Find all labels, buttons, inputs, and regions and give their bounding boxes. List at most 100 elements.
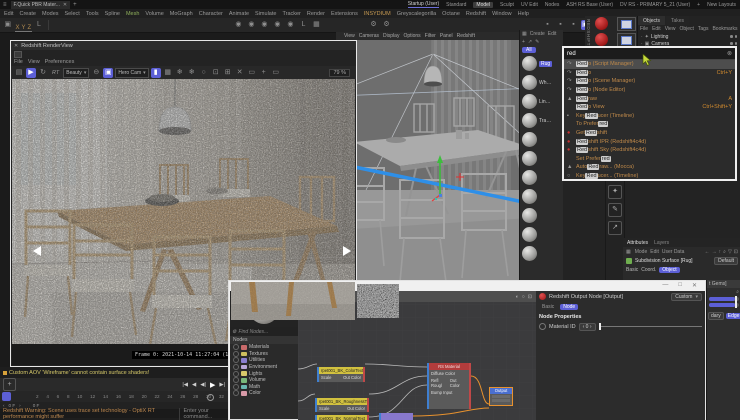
material-sphere[interactable] [522, 94, 537, 109]
layout-tab-nodes[interactable]: Nodes [545, 2, 559, 8]
close-icon[interactable]: ✕ [63, 2, 67, 8]
search-icon[interactable]: ⌕ [723, 249, 726, 255]
snapshot-slot-icon[interactable] [14, 50, 22, 58]
menu-redshift[interactable]: Redshift [466, 11, 486, 17]
pick-focus-icon[interactable]: ⊡ [211, 68, 221, 78]
goto-start-icon[interactable]: |◀ [182, 382, 188, 388]
grid-overlay-icon[interactable]: ▦ [163, 68, 173, 78]
viewport-menu-options[interactable]: Options [403, 33, 420, 39]
camera-lock-icon[interactable]: ▣ [103, 67, 114, 78]
expand-circle-icon[interactable] [233, 350, 239, 357]
menu-insydium[interactable]: INSYDIUM [364, 11, 391, 17]
material-sphere[interactable] [522, 189, 537, 204]
expand-circle-icon[interactable] [233, 390, 239, 397]
carpet-texture-thumbnail[interactable] [231, 282, 355, 320]
viewport-menu-view[interactable]: View [344, 33, 355, 39]
objects-menu-view[interactable]: View [665, 26, 676, 32]
node-category-volume[interactable]: Volume [230, 377, 298, 384]
square-icon[interactable]: ▪ [555, 20, 565, 30]
commander-result[interactable]: ● Get Red shift [564, 129, 735, 138]
grid-icon[interactable]: ▦ [311, 20, 321, 30]
menu-mesh[interactable]: Mesh [126, 11, 139, 17]
material-item[interactable] [520, 244, 563, 263]
output-tab-node[interactable]: Node [560, 304, 579, 310]
snapshot-a-icon[interactable]: ❄ [175, 68, 185, 78]
gems-slider-2[interactable] [709, 302, 739, 308]
materials-grid-icon[interactable]: ▦ [522, 31, 527, 37]
back-icon[interactable]: ← [705, 249, 710, 255]
menu-select[interactable]: Select [65, 11, 80, 17]
expand-circle-icon[interactable] [233, 357, 239, 364]
materials-menu-edit[interactable]: Edit [548, 31, 557, 37]
viewport-menu-redshift[interactable]: Redshift [457, 33, 475, 39]
gear-icon[interactable]: ⚙ [232, 329, 236, 335]
material-id-stepper[interactable]: ‹ 0 › [578, 322, 596, 331]
layout-tab-[interactable]: + [697, 2, 700, 8]
vis-dot[interactable] [730, 42, 733, 45]
preset-dropdown[interactable]: Default [714, 256, 738, 265]
commander-result[interactable]: Red o View Ctrl+Shift+Y [564, 103, 735, 112]
menu-tracker[interactable]: Tracker [282, 11, 300, 17]
node-category-utilities[interactable]: Utilities [230, 357, 298, 364]
expand-circle-icon[interactable] [233, 377, 239, 384]
visibility-toggles[interactable] [730, 42, 737, 45]
menu-octane[interactable]: Octane [442, 11, 460, 17]
restart-render-icon[interactable]: ↻ [38, 68, 48, 78]
vis-dot[interactable] [730, 35, 733, 38]
material-item[interactable] [520, 187, 563, 206]
rt-label[interactable]: RT [52, 70, 59, 76]
commander-result[interactable]: ↷ Red o Ctrl+Y [564, 69, 735, 78]
renderview-close-icon[interactable]: ✕ [14, 43, 18, 49]
l-square-icon[interactable]: L [298, 20, 308, 30]
output-node[interactable]: Output [489, 387, 513, 406]
redshift-settings-icon[interactable] [617, 33, 636, 47]
attributes-tab-layers[interactable]: Layers [654, 240, 669, 246]
commander-result[interactable]: ○ Key Red ucer... (Timeline) [564, 172, 735, 179]
commander-result[interactable]: ▪ Key Red ucer (Timeline) [564, 112, 735, 121]
light-icon[interactable]: ✦ [608, 185, 622, 199]
sphere-icon[interactable]: ◉ [285, 20, 295, 30]
attributes-tab-attributes[interactable]: Attributes [627, 240, 648, 246]
lock-resolution-icon[interactable]: ▮ [150, 67, 161, 78]
prev-frame-icon[interactable]: ◀| [200, 382, 206, 388]
attr-subtab-coord[interactable]: Coord. [641, 267, 656, 273]
commander-result[interactable]: ▲ Auto Red raw... (Mocca) [564, 163, 735, 172]
new-tab-icon[interactable]: + [73, 2, 77, 8]
objects-menu-object[interactable]: Object [679, 26, 693, 32]
redshift-ipr-icon[interactable] [617, 17, 636, 31]
node-category-textures[interactable]: Textures [230, 350, 298, 358]
region-circle-icon[interactable]: ○ [199, 68, 209, 78]
clear-region-icon[interactable]: ✕ [235, 68, 245, 78]
menu-mograph[interactable]: MoGraph [170, 11, 193, 17]
material-id-slider[interactable] [598, 323, 702, 330]
menu-character[interactable]: Character [199, 11, 223, 17]
menu-simulate[interactable]: Simulate [255, 11, 276, 17]
axis-x-button[interactable]: X [14, 25, 21, 32]
material-sphere[interactable] [522, 246, 537, 261]
gems-button-edge[interactable]: Edge [725, 313, 740, 319]
viewport-menu-display[interactable]: Display [383, 33, 399, 39]
objects-tab-takes[interactable]: Takes [665, 16, 690, 25]
commander-result[interactable]: ● Red shift Sky (Redshift4c4d) [564, 146, 735, 155]
user-icon[interactable]: ○ [522, 294, 525, 300]
keyframe-icon[interactable]: + [3, 378, 16, 391]
node-category-color[interactable]: Color [230, 390, 298, 397]
commander-result[interactable]: ● Red shift IPR (Redshift4c4d) [564, 137, 735, 146]
node-category-lights[interactable]: Lights [230, 370, 298, 377]
objects-menu-bookmarks[interactable]: Bookmarks [712, 26, 737, 32]
renderview-titlebar[interactable]: ✕ Redshift RenderView [11, 41, 356, 50]
layout-icon[interactable]: ⊡ [528, 294, 532, 300]
material-sphere[interactable] [522, 56, 537, 71]
add-snapshot-icon[interactable]: + [259, 68, 269, 78]
axis-z-button[interactable]: Z [26, 25, 33, 32]
camera-dropdown[interactable]: Hero Cam ▾ [115, 67, 149, 78]
commander-result[interactable]: Set Prefer red [564, 155, 735, 164]
commander-result[interactable]: ▲ Red raw A [564, 94, 735, 103]
material-item[interactable]: Lin… [520, 92, 563, 111]
menu-modes[interactable]: Modes [42, 11, 59, 17]
texture-node-normal[interactable]: rpet001_BK_Normal Text [315, 415, 369, 420]
filter-icon[interactable]: ▽ [728, 249, 732, 255]
material-item[interactable] [520, 225, 563, 244]
commander-result[interactable]: To Prefer red [564, 120, 735, 129]
attr-menu-mode[interactable]: Mode [635, 249, 648, 255]
